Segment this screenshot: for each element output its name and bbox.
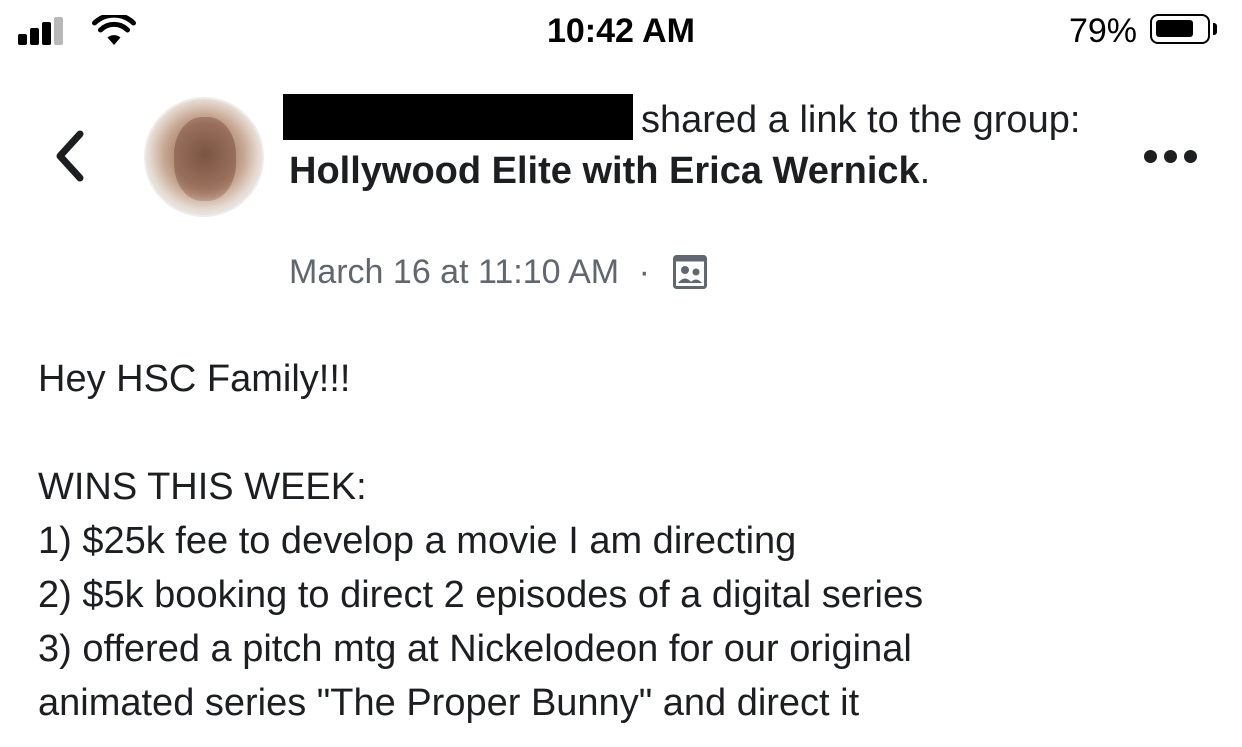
- more-options-button[interactable]: [1140, 138, 1200, 174]
- meta-separator: ·: [638, 253, 650, 291]
- status-bar: 10:42 AM 79%: [0, 0, 1242, 64]
- battery-percentage: 79%: [1068, 12, 1137, 50]
- group-members-icon[interactable]: [673, 255, 708, 289]
- win-item: 3) offered a pitch mtg at Nickelodeon fo…: [38, 628, 912, 670]
- win-item: 2) $5k booking to direct 2 episodes of a…: [38, 574, 924, 616]
- wins-heading: WINS THIS WEEK:: [38, 466, 367, 508]
- win-item-continued: animated series "The Proper Bunny" and d…: [38, 682, 860, 724]
- author-name-redacted[interactable]: [283, 94, 633, 140]
- post-greeting: Hey HSC Family!!!: [38, 358, 351, 400]
- more-dot: [1164, 150, 1177, 163]
- battery-cap: [1213, 23, 1217, 35]
- avatar-image: [174, 117, 236, 201]
- group-name-link[interactable]: Hollywood Elite with Erica Wernick: [289, 150, 920, 192]
- battery-level-fill: [1156, 20, 1193, 37]
- headline-period: .: [919, 150, 931, 192]
- headline-action: shared a link to the group:: [641, 99, 1081, 141]
- post-timestamp[interactable]: March 16 at 11:10 AM: [289, 253, 619, 291]
- post-meta: March 16 at 11:10 AM ·: [289, 253, 708, 292]
- chevron-left-icon[interactable]: [44, 124, 100, 188]
- status-time: 10:42 AM: [546, 12, 696, 50]
- more-dot: [1184, 150, 1197, 163]
- post-body: Hey HSC Family!!! WINS THIS WEEK: 1) $25…: [38, 352, 1218, 730]
- post-headline: shared a link to the group: Hollywood El…: [283, 94, 1109, 197]
- more-dot: [1144, 150, 1157, 163]
- battery-icon: [1150, 14, 1210, 44]
- win-item: 1) $25k fee to develop a movie I am dire…: [38, 520, 797, 562]
- avatar[interactable]: [144, 97, 264, 217]
